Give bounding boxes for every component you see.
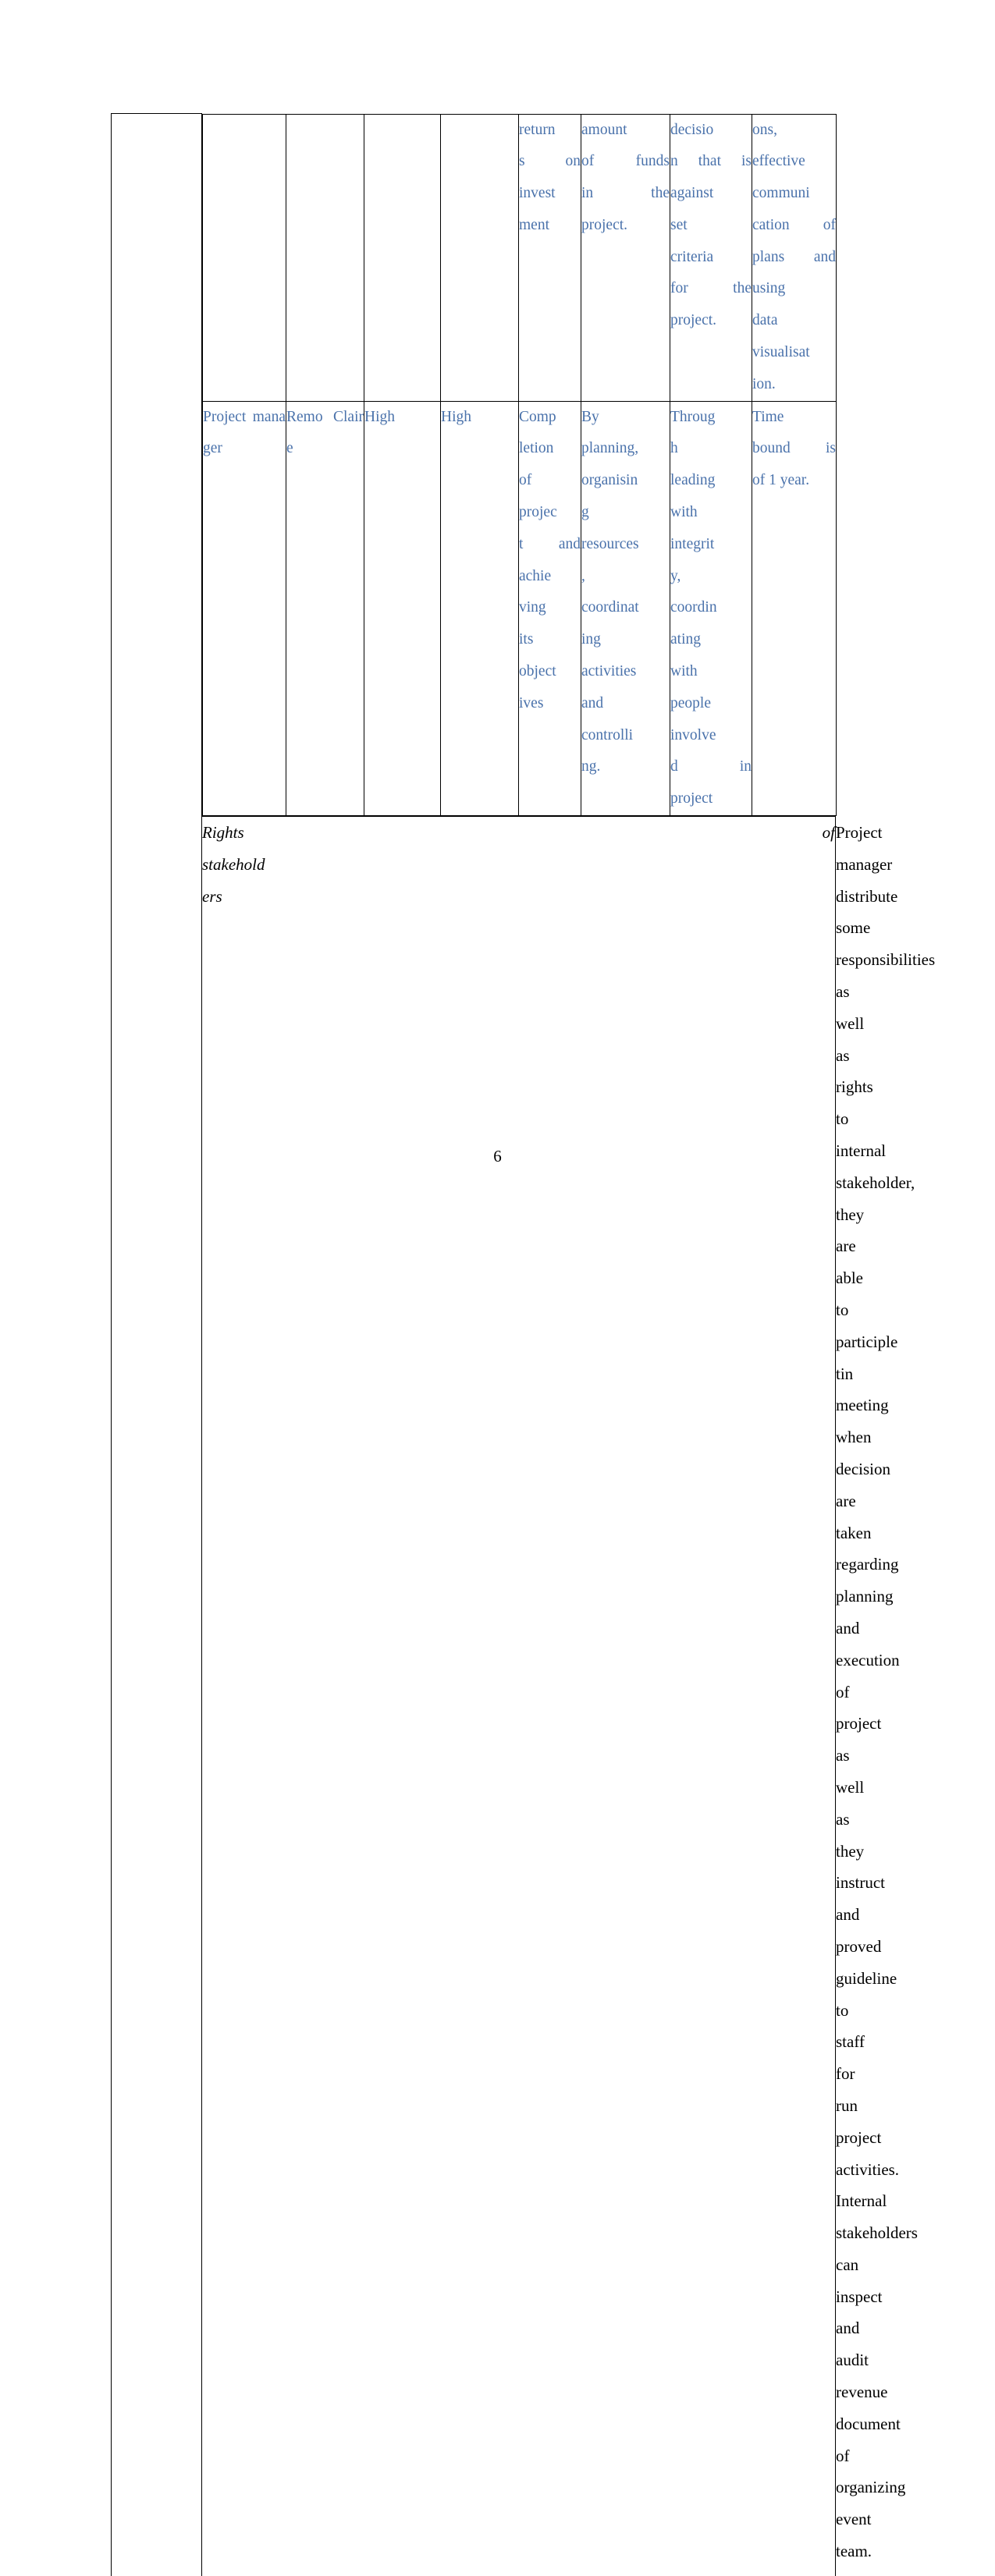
text-line: s on	[519, 146, 581, 178]
text-line: ing	[581, 624, 670, 656]
cell-decision-criteria: decisio n that is against set criteria f…	[670, 114, 752, 401]
text-line: h	[670, 433, 752, 465]
text-line: Throug	[670, 402, 752, 434]
row-label-rights: Rights of stakehold ers	[202, 817, 836, 2576]
text-line: ment	[519, 210, 581, 242]
text-line: data	[752, 305, 836, 337]
text-line: of 1 year.	[752, 465, 836, 497]
text-line: projec	[519, 497, 581, 529]
text-line: ons,	[752, 115, 836, 147]
cell-objective: Comp letion of projec t and achie ving i…	[519, 401, 581, 815]
power-text: High	[364, 409, 395, 425]
cell-role: Project manager	[203, 401, 286, 815]
cell-how: By planning, organisin g resources , coo…	[581, 401, 670, 815]
text-line: people	[670, 688, 752, 720]
label-line: Rights of	[202, 817, 835, 849]
text-line: set	[670, 210, 752, 242]
text-line: controlli	[581, 720, 670, 752]
cell-leadership: Throug h leading with integrit y, coordi…	[670, 401, 752, 815]
cell-communication: ons, effective communi cation of plans a…	[752, 114, 837, 401]
cell-role-empty	[203, 114, 286, 401]
text-line: integrit	[670, 529, 752, 561]
text-line: ,	[581, 561, 670, 593]
label-line: stakehold	[202, 849, 835, 881]
role-text: Project manager	[203, 409, 286, 457]
nested-grid-container: return s on invest ment amount of funds …	[202, 114, 836, 817]
text-line: ving	[519, 592, 581, 624]
cell-interest: High	[441, 401, 519, 815]
cell-returns: return s on invest ment	[519, 114, 581, 401]
text-line: activities	[581, 656, 670, 688]
cell-interest-empty	[441, 114, 519, 401]
text-line: letion	[519, 433, 581, 465]
text-line: g	[581, 497, 670, 529]
text-line: d in	[670, 751, 752, 783]
text-line: bound is	[752, 433, 836, 465]
text-line: Comp	[519, 402, 581, 434]
text-line: communi	[752, 178, 836, 210]
text-line: effective	[752, 146, 836, 178]
text-line: project	[670, 783, 752, 815]
stakeholder-table: return s on invest ment amount of funds …	[111, 113, 836, 2576]
text-line: of	[519, 465, 581, 497]
text-line: decisio	[670, 115, 752, 147]
text-line: ng.	[581, 751, 670, 783]
text-line: organisin	[581, 465, 670, 497]
cell-time: Time bound is of 1 year.	[752, 401, 837, 815]
text-line: with	[670, 656, 752, 688]
row-label-empty	[112, 114, 202, 2576]
text-line: and	[581, 688, 670, 720]
text-line: ives	[519, 688, 581, 720]
text-line: achie	[519, 561, 581, 593]
interest-text: High	[441, 409, 471, 425]
text-line: y,	[670, 561, 752, 593]
page-number: 6	[0, 1147, 995, 1166]
text-line: t and	[519, 529, 581, 561]
text-line: of funds	[581, 146, 670, 178]
cell-name-empty	[286, 114, 364, 401]
cell-funds: amount of funds in the project.	[581, 114, 670, 401]
text-line: return	[519, 115, 581, 147]
table-row: Project manager Remo Claire High High	[203, 401, 837, 815]
text-line: coordin	[670, 592, 752, 624]
text-line: By	[581, 402, 670, 434]
text-line: with	[670, 497, 752, 529]
name-text: Remo Claire	[286, 409, 364, 457]
table-row-rights: Rights of stakehold ers Project manager …	[112, 817, 836, 2576]
text-line: its	[519, 624, 581, 656]
text-line: leading	[670, 465, 752, 497]
table-row-continued-block: return s on invest ment amount of funds …	[112, 114, 836, 817]
text-line: amount	[581, 115, 670, 147]
text-line: for the	[670, 273, 752, 305]
text-line: project.	[581, 210, 670, 242]
text-line: ating	[670, 624, 752, 656]
text-line: in the	[581, 178, 670, 210]
text-line: visualisat	[752, 337, 836, 369]
text-line: n that is	[670, 146, 752, 178]
text-line: resources	[581, 529, 670, 561]
cell-power: High	[364, 401, 441, 815]
text-line: ion.	[752, 369, 836, 401]
label-line: ers	[202, 881, 835, 913]
text-line: invest	[519, 178, 581, 210]
text-line: object	[519, 656, 581, 688]
cell-name: Remo Claire	[286, 401, 364, 815]
text-line: cation of	[752, 210, 836, 242]
text-line: planning,	[581, 433, 670, 465]
text-line: against	[670, 178, 752, 210]
text-line: Time	[752, 402, 836, 434]
text-line: coordinat	[581, 592, 670, 624]
text-line: criteria	[670, 242, 752, 274]
cell-power-empty	[364, 114, 441, 401]
text-line: plans and	[752, 242, 836, 274]
table-row: return s on invest ment amount of funds …	[203, 114, 837, 401]
document-page: return s on invest ment amount of funds …	[0, 0, 995, 1288]
stakeholder-inner-grid: return s on invest ment amount of funds …	[202, 114, 837, 817]
text-line: using	[752, 273, 836, 305]
text-line: project.	[670, 305, 752, 337]
text-line: involve	[670, 720, 752, 752]
